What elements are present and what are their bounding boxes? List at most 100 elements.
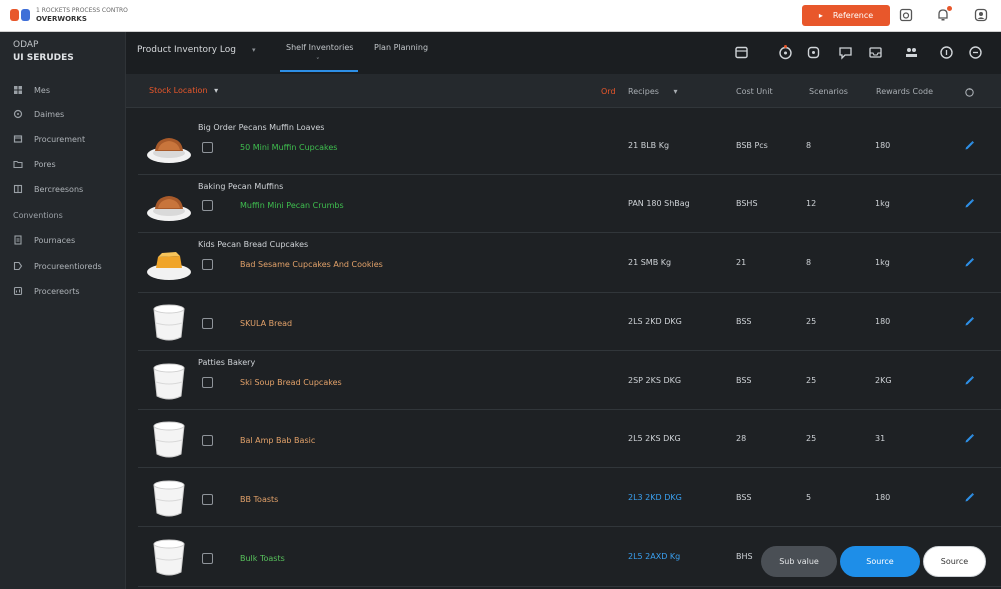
sidebar-item-procurement[interactable]: Procurement (0, 129, 126, 149)
table-row[interactable]: BB Toasts 2L3 2KD DKG BSS 5 180 (138, 468, 1001, 527)
sidebar-item-label: Procureentioreds (34, 261, 102, 271)
chat-icon[interactable] (838, 45, 853, 60)
table-row[interactable]: Big Order Pecans Muffin Loaves 50 Mini Mu… (138, 116, 1001, 175)
list-icon (13, 109, 23, 119)
table-row[interactable]: Kids Pecan Bread Cupcakes Bad Sesame Cupc… (138, 233, 1001, 293)
active-tab-indicator (280, 70, 358, 72)
edit-pencil-icon[interactable] (964, 198, 975, 209)
source-primary-button[interactable]: Source (840, 546, 920, 577)
row-checkbox[interactable] (202, 435, 213, 446)
refresh-icon[interactable] (964, 87, 975, 100)
tab-shelf-inventories[interactable]: Shelf Inventories (286, 43, 353, 52)
sidebar: ODAP UI SERUDES Mes Daimes Procurement P… (0, 32, 126, 589)
brand-name: OVERWORKS (36, 15, 87, 23)
cost-unit-cell: BSS (736, 375, 752, 385)
sidebar-subtitle: UI SERUDES (13, 53, 74, 63)
help-icon[interactable] (939, 45, 954, 60)
brand-tagline: 1 ROCKETS PROCESS CONTRO (36, 7, 128, 14)
column-header-cost-unit[interactable]: Cost Unit (736, 87, 773, 96)
product-subtitle: SKULA Bread (240, 319, 293, 328)
sidebar-title: ODAP (13, 40, 39, 50)
calendar-icon[interactable] (734, 45, 749, 60)
tag-icon: ▸ (818, 11, 823, 20)
edit-pencil-icon[interactable] (964, 375, 975, 386)
table-row[interactable]: Bal Amp Bab Basic 2L5 2KS DKG 28 25 31 (138, 410, 1001, 468)
cost-unit-cell: 21 (736, 258, 747, 267)
product-thumbnail (146, 416, 192, 462)
sidebar-item-procereorts[interactable]: Procereorts (0, 281, 126, 301)
sidebar-section-title: Conventions (13, 211, 63, 220)
row-checkbox[interactable] (202, 318, 213, 329)
sidebar-item-label: Mes (34, 85, 50, 95)
sub-value-button[interactable]: Sub value (761, 546, 837, 577)
report-icon (13, 286, 23, 296)
chevron-down-icon: ▾ (251, 46, 256, 54)
rewards-code-cell: 180 (875, 317, 891, 326)
tab-plan-planning[interactable]: Plan Planning (374, 43, 428, 52)
page-header: Product Inventory Log ▾ Shelf Inventorie… (126, 32, 1001, 74)
edit-pencil-icon[interactable] (964, 433, 975, 444)
product-thumbnail (146, 358, 192, 404)
table-row[interactable]: SKULA Bread 2LS 2KD DKG BSS 25 180 (138, 293, 1001, 351)
settings-icon[interactable] (806, 45, 821, 60)
app-logo[interactable] (10, 8, 32, 22)
product-subtitle: 50 Mini Muffin Cupcakes (240, 142, 338, 152)
row-checkbox[interactable] (202, 200, 213, 211)
inventory-select[interactable]: Product Inventory Log ▾ (137, 45, 255, 55)
recipe-cell: 21 SMB Kg (628, 258, 672, 267)
recipe-cell: 21 BLB Kg (628, 140, 670, 150)
column-header-rewards-code[interactable]: Rewards Code (876, 87, 933, 96)
table-row[interactable]: Patties Bakery Ski Soup Bread Cupcakes 2SP… (138, 351, 1001, 410)
camera-icon[interactable] (899, 8, 913, 22)
source-secondary-button[interactable]: Source (923, 546, 986, 577)
clock-icon[interactable] (778, 45, 793, 60)
row-checkbox[interactable] (202, 259, 213, 270)
product-subtitle: Bad Sesame Cupcakes And Cookies (240, 260, 383, 269)
sidebar-item-pournaces[interactable]: Pournaces (0, 230, 126, 250)
scenarios-cell: 25 (806, 317, 817, 326)
sidebar-item-bercreesons[interactable]: Bercreesons (0, 179, 126, 199)
product-title: Patties Bakery (198, 358, 256, 367)
sidebar-item-pores[interactable]: Pores (0, 154, 126, 174)
cost-unit-cell: BSS (736, 492, 752, 502)
rewards-code-cell: 31 (875, 434, 886, 443)
sidebar-item-procureentioreds[interactable]: Procureentioreds (0, 256, 126, 276)
bell-icon[interactable] (936, 6, 952, 22)
stock-location-filter[interactable]: Stock Location ▾ (149, 86, 218, 95)
sidebar-item-mes[interactable]: Mes (0, 80, 126, 100)
column-header-recipes[interactable]: Recipes ▾ (628, 87, 677, 96)
reference-button[interactable]: ▸ Reference (802, 5, 890, 26)
column-header-scenarios[interactable]: Scenarios (809, 87, 848, 96)
doc-icon (13, 235, 23, 245)
recipe-cell: 2L5 2AXD Kg (628, 552, 681, 561)
row-checkbox[interactable] (202, 493, 213, 505)
row-checkbox[interactable] (202, 553, 213, 564)
recipe-cell: 2LS 2KD DKG (628, 317, 682, 326)
edit-pencil-icon[interactable] (964, 257, 975, 268)
chart-icon (13, 184, 23, 194)
scenarios-cell: 8 (806, 140, 812, 150)
cost-unit-cell: BHS (736, 552, 753, 561)
grid-icon (13, 85, 23, 95)
row-checkbox[interactable] (202, 376, 213, 388)
product-title: Big Order Pecans Muffin Loaves (198, 123, 325, 132)
tab-caret-icon: ˅ (316, 57, 320, 65)
cost-unit-cell: BSHS (736, 199, 758, 208)
table-row[interactable]: Baking Pecan Muffins Muffin Mini Pecan Cr… (138, 175, 1001, 233)
column-header-ord[interactable]: Ord (601, 87, 616, 96)
row-checkbox[interactable] (202, 141, 213, 153)
edit-pencil-icon[interactable] (964, 492, 975, 503)
sidebar-item-daimes[interactable]: Daimes (0, 104, 126, 124)
users-icon[interactable] (904, 45, 919, 60)
scenarios-cell: 25 (806, 375, 817, 385)
profile-icon[interactable] (974, 8, 988, 22)
scenarios-cell: 25 (806, 434, 817, 443)
rewards-code-cell: 1kg (875, 199, 890, 208)
info-icon[interactable] (968, 45, 983, 60)
sidebar-item-label: Pournaces (34, 235, 76, 245)
product-thumbnail (146, 181, 192, 227)
edit-pencil-icon[interactable] (964, 316, 975, 327)
inbox-icon[interactable] (868, 45, 883, 60)
product-thumbnail (146, 299, 192, 345)
edit-pencil-icon[interactable] (964, 140, 975, 151)
